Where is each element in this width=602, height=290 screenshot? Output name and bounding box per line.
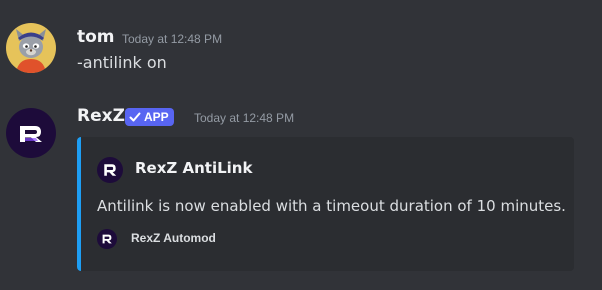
app-badge: APP [125,108,174,126]
message-author-name[interactable]: tom [77,27,115,47]
embed-author-name[interactable]: RexZ AntiLink [135,159,252,177]
embed-footer-text: RexZ Automod [131,231,216,245]
message-content: -antilink on [77,53,167,72]
rexz-avatar[interactable] [6,108,56,158]
embed-description: Antilink is now enabled with a timeout d… [97,197,566,215]
embed-footer-icon [97,229,117,249]
message-author-name[interactable]: RexZ [77,106,125,126]
chat-messages: tom Today at 12:48 PM -antilink on RexZ … [0,0,602,290]
message-timestamp: Today at 12:48 PM [194,111,295,125]
message-timestamp: Today at 12:48 PM [122,32,223,46]
tom-avatar[interactable] [6,23,56,73]
app-badge-label: APP [144,110,169,124]
checkmark-icon [129,111,141,123]
embed: RexZ AntiLink Antilink is now enabled wi… [77,137,574,271]
embed-accent-bar [77,137,81,271]
embed-author-icon [97,157,123,183]
